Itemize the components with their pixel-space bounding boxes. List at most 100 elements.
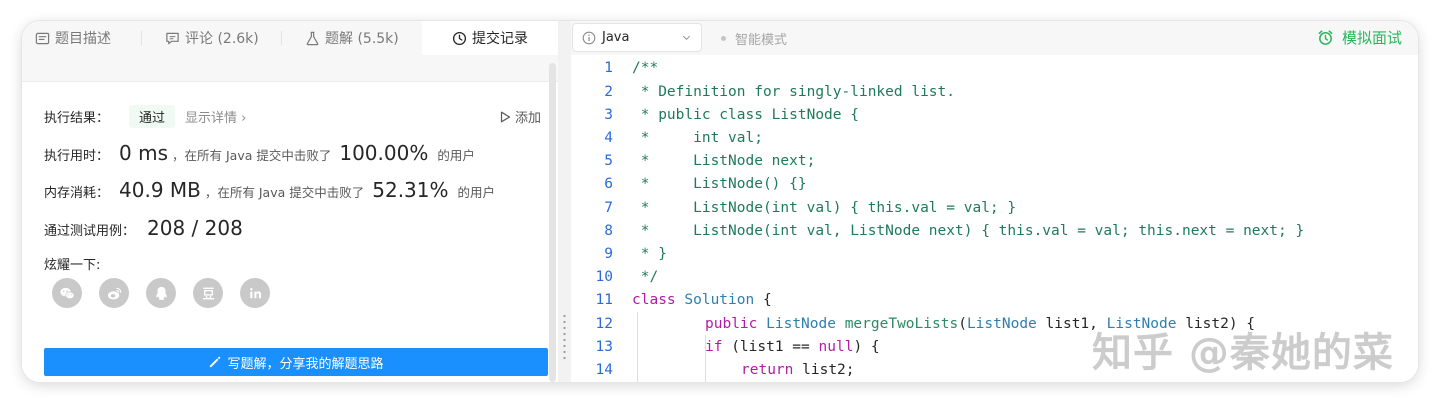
share-label-row: 炫耀一下:: [44, 254, 100, 273]
code-text: /**: [632, 60, 659, 77]
description-icon: [35, 32, 50, 44]
share-wechat-button[interactable]: [52, 278, 82, 308]
share-weibo-button[interactable]: [99, 278, 129, 308]
code-line: 1 /**: [571, 57, 1418, 80]
testcases-value: 208 / 208: [147, 216, 243, 240]
comment-icon: [166, 32, 179, 44]
show-details-link[interactable]: 显示详情 ›: [185, 107, 246, 126]
memory-percent: 52.31%: [372, 178, 449, 202]
editor-toolbar: Java 智能模式 模拟面试: [571, 21, 1418, 55]
runtime-label: 执行用时：: [44, 149, 110, 164]
tab-divider: [141, 31, 142, 45]
flask-icon: [306, 31, 319, 45]
runtime-percent: 100.00%: [339, 141, 429, 165]
line-number: 10: [595, 269, 613, 286]
testcases-row: 通过测试用例： 208 / 208: [44, 216, 243, 240]
runtime-suffix: 的用户: [437, 148, 475, 163]
line-number: 4: [604, 129, 613, 146]
panel-splitter[interactable]: [558, 21, 571, 382]
code-text: * Definition for singly-linked list.: [632, 83, 956, 100]
code-line: 9 * }: [571, 242, 1418, 265]
code-text: * ListNode(int val, ListNode next) { thi…: [632, 222, 1305, 239]
line-number: 3: [604, 106, 613, 123]
share-douban-button[interactable]: [193, 278, 223, 308]
code-text: class Solution {: [632, 292, 772, 309]
tab-submissions[interactable]: 提交记录: [422, 21, 558, 55]
mock-interview-label: 模拟面试: [1341, 29, 1402, 47]
memory-suffix: 的用户: [457, 185, 496, 200]
memory-label: 内存消耗：: [44, 186, 110, 201]
memory-row: 内存消耗： 40.9 MB ，在所有 Java 提交中击败了 52.31% 的用…: [44, 178, 495, 202]
line-number: 13: [595, 338, 613, 355]
code-text: * }: [632, 245, 667, 262]
tab-solutions-label: 题解 (5.5k): [325, 31, 399, 47]
add-note-button[interactable]: 添加: [500, 107, 541, 126]
alarm-clock-icon: [1318, 30, 1333, 45]
add-note-label: 添加: [515, 111, 542, 126]
code-line: 6 * ListNode() {}: [571, 173, 1418, 196]
tab-solutions[interactable]: 题解 (5.5k): [305, 21, 399, 55]
memory-value: 40.9 MB: [119, 178, 201, 202]
tab-comments[interactable]: 评论 (2.6k): [165, 21, 259, 55]
mock-interview-button[interactable]: 模拟面试: [1317, 27, 1402, 48]
code-line: 10 */: [571, 266, 1418, 289]
tab-description[interactable]: 题目描述: [35, 21, 111, 55]
code-text: * public class ListNode {: [632, 106, 859, 123]
tab-submissions-label: 提交记录: [472, 31, 528, 47]
left-scrollbar[interactable]: [549, 63, 556, 382]
weibo-icon: [107, 287, 121, 299]
code-text: */: [632, 269, 659, 286]
indent-guide: [705, 358, 706, 382]
status-badge: 通过: [129, 105, 176, 128]
share-buttons: [52, 278, 270, 308]
share-linkedin-button[interactable]: [240, 278, 270, 308]
smart-mode-dot: [721, 36, 726, 41]
indent-guide: [637, 312, 638, 336]
testcases-label: 通过测试用例：: [44, 224, 136, 239]
line-number: 14: [595, 361, 613, 378]
pencil-icon: [210, 356, 221, 367]
code-line: 11 class Solution {: [571, 289, 1418, 312]
indent-guide: [637, 335, 638, 359]
line-number: 2: [604, 83, 613, 100]
smart-mode-label: 智能模式: [735, 33, 788, 48]
code-text: * ListNode next;: [632, 153, 816, 170]
douban-icon: [202, 287, 214, 299]
runtime-row: 执行用时： 0 ms ，在所有 Java 提交中击败了 100.00% 的用户: [44, 141, 475, 165]
code-text: return list2;: [741, 361, 855, 378]
code-line: 3 * public class ListNode {: [571, 103, 1418, 126]
clock-icon: [452, 31, 467, 45]
watermark: 知乎 @秦她的菜: [1092, 330, 1394, 376]
memory-text: ，在所有 Java 提交中击败了: [204, 185, 365, 200]
line-number: 11: [595, 292, 613, 309]
problem-tabs: 题目描述 评论 (2.6k) 题解 (5.5k) 提交记录: [22, 21, 558, 55]
line-number: 5: [604, 153, 613, 170]
exec-result-label: 执行结果：: [44, 111, 110, 126]
line-number: 1: [604, 60, 613, 77]
line-number: 12: [595, 315, 613, 332]
code-text: * int val;: [632, 129, 763, 146]
line-number: 8: [604, 222, 613, 239]
language-value: Java: [602, 30, 630, 45]
write-solution-button[interactable]: 写题解，分享我的解题思路: [44, 348, 548, 376]
line-number: 6: [604, 176, 613, 193]
share-qq-button[interactable]: [146, 278, 176, 308]
code-line: 7 * ListNode(int val) { this.val = val; …: [571, 196, 1418, 219]
info-icon: [582, 31, 596, 44]
write-solution-label: 写题解，分享我的解题思路: [227, 356, 384, 372]
chevron-down-icon: [682, 35, 691, 41]
qq-icon: [155, 286, 167, 300]
code-text: if (list1 == null) {: [705, 338, 880, 355]
submission-panel: 题目描述 评论 (2.6k) 题解 (5.5k) 提交记录 执行结果： 通过 显…: [22, 21, 558, 382]
language-select[interactable]: Java: [572, 23, 702, 52]
line-number: 7: [604, 199, 613, 216]
wechat-icon: [59, 287, 74, 299]
runtime-text: ，在所有 Java 提交中击败了: [172, 148, 332, 163]
code-text: * ListNode(int val) { this.val = val; }: [632, 199, 1017, 216]
exec-result-row: 执行结果： 通过 显示详情 ›: [44, 105, 246, 128]
code-line: 4 * int val;: [571, 126, 1418, 149]
tab-description-label: 题目描述: [55, 31, 111, 47]
drag-handle[interactable]: [563, 313, 566, 361]
smart-mode-toggle[interactable]: 智能模式: [721, 29, 787, 48]
indent-guide: [637, 358, 638, 382]
